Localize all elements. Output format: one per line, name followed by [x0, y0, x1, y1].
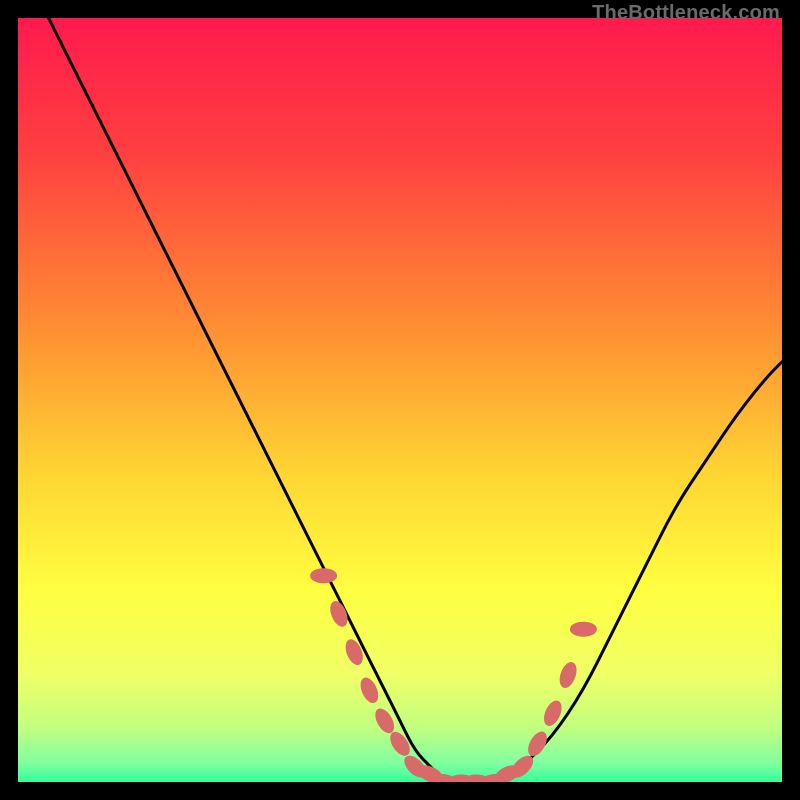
chart-frame: TheBottleneck.com — [0, 0, 800, 800]
marker-point — [557, 660, 579, 689]
curve-layer — [18, 18, 782, 782]
highlight-markers — [311, 569, 597, 782]
watermark-text: TheBottleneck.com — [592, 2, 780, 25]
marker-point — [343, 637, 366, 666]
marker-point — [311, 569, 337, 583]
plot-area — [18, 18, 782, 782]
bottleneck-curve — [49, 18, 782, 782]
marker-point — [570, 622, 596, 636]
marker-point — [358, 676, 381, 705]
marker-point — [387, 729, 413, 758]
